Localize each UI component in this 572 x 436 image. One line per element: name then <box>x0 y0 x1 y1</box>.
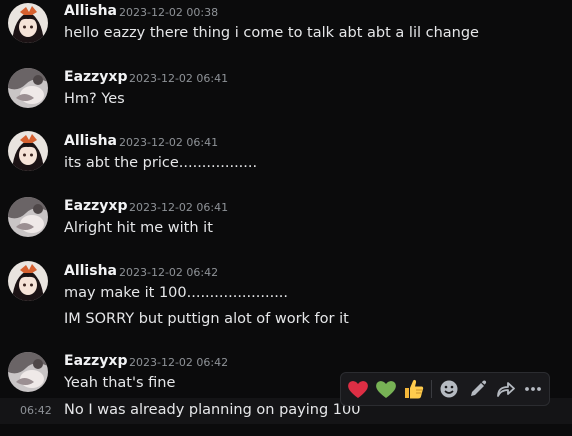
author-name[interactable]: Allisha <box>64 263 117 279</box>
forward-icon[interactable] <box>493 378 517 400</box>
green-heart-icon[interactable] <box>374 378 398 400</box>
toolbar-divider <box>431 380 432 398</box>
message-text: IM SORRY but puttign alot of work for it <box>64 311 349 327</box>
message[interactable]: Eazzyxp 2023-12-02 06:41 Alright hit me … <box>0 193 572 253</box>
message-text: No I was already planning on paying 100 <box>64 402 361 418</box>
hover-timestamp: 06:42 <box>20 404 52 417</box>
avatar-eazzyxp[interactable] <box>8 352 48 392</box>
message-timestamp: 2023-12-02 06:42 <box>119 266 219 279</box>
author-name[interactable]: Eazzyxp <box>64 353 128 369</box>
message-text: its abt the price................. <box>64 155 258 171</box>
message-timestamp: 2023-12-02 06:41 <box>129 72 229 85</box>
message[interactable]: Allisha 2023-12-02 06:41 its abt the pri… <box>0 128 572 188</box>
avatar-allisha[interactable] <box>8 3 48 43</box>
avatar-allisha[interactable] <box>8 131 48 171</box>
thumbs-up-icon[interactable] <box>402 378 426 400</box>
author-name[interactable]: Eazzyxp <box>64 69 128 85</box>
edit-icon[interactable] <box>465 378 489 400</box>
message[interactable]: Eazzyxp 2023-12-02 06:41 Hm? Yes <box>0 64 572 124</box>
message-timestamp: 2023-12-02 06:41 <box>119 136 219 149</box>
avatar-allisha[interactable] <box>8 261 48 301</box>
message-actions-toolbar <box>340 372 550 406</box>
message-text: may make it 100...................... <box>64 285 289 301</box>
add-reaction-icon[interactable] <box>437 378 461 400</box>
message-text: Alright hit me with it <box>64 220 213 236</box>
message-timestamp: 2023-12-02 06:42 <box>129 356 229 369</box>
avatar-eazzyxp[interactable] <box>8 197 48 237</box>
message-text: hello eazzy there thing i come to talk a… <box>64 25 479 41</box>
author-name[interactable]: Allisha <box>64 133 117 149</box>
avatar-eazzyxp[interactable] <box>8 68 48 108</box>
author-name[interactable]: Eazzyxp <box>64 198 128 214</box>
message-timestamp: 2023-12-02 06:41 <box>129 201 229 214</box>
message-text: Yeah that's fine <box>64 375 176 391</box>
author-name[interactable]: Allisha <box>64 3 117 19</box>
message[interactable]: Allisha 2023-12-02 06:42 may make it 100… <box>0 258 572 338</box>
message-text: Hm? Yes <box>64 91 125 107</box>
red-heart-icon[interactable] <box>346 378 370 400</box>
message[interactable]: Allisha 2023-12-02 00:38 hello eazzy the… <box>0 0 572 60</box>
chat-log: Allisha 2023-12-02 00:38 hello eazzy the… <box>0 0 572 436</box>
more-icon[interactable] <box>521 378 545 400</box>
message-timestamp: 2023-12-02 00:38 <box>119 6 219 19</box>
